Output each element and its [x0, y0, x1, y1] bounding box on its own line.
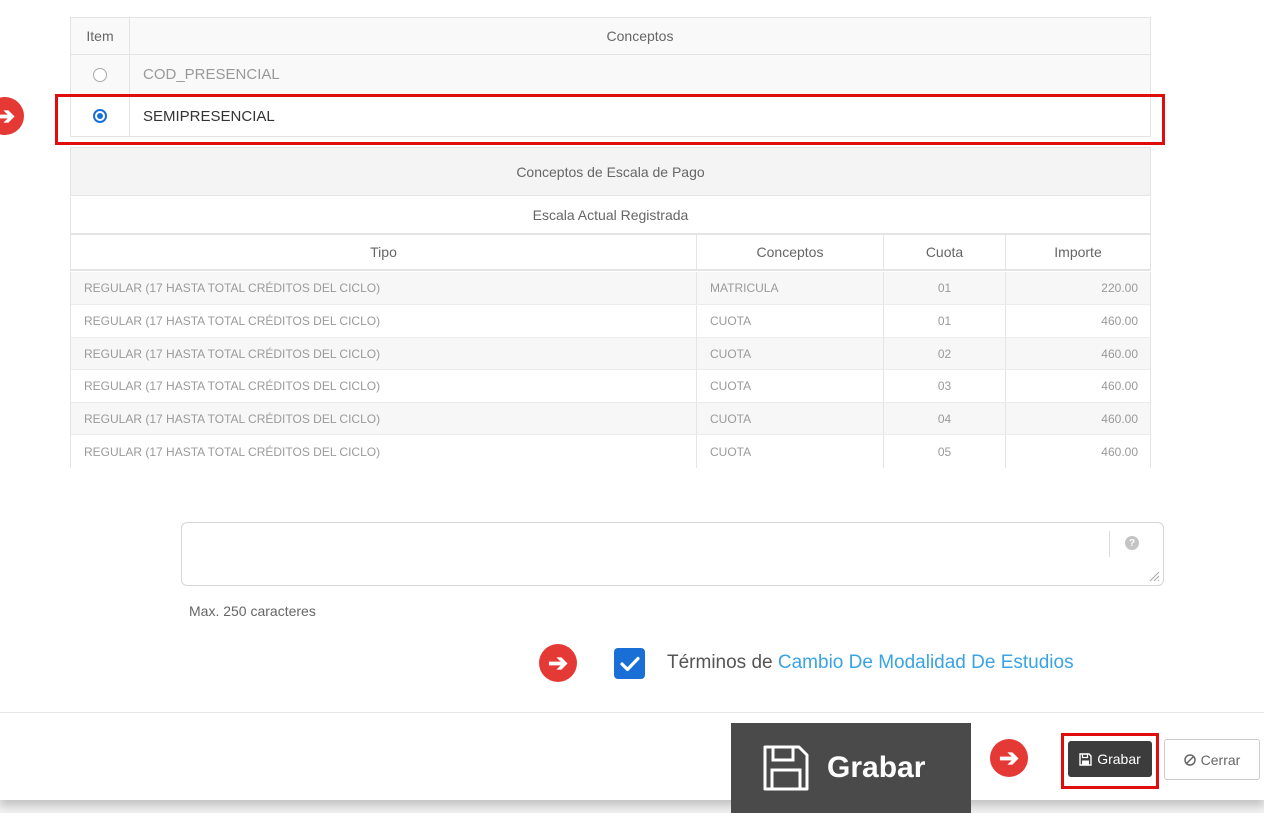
col-conceptos: Conceptos [697, 235, 884, 269]
table-row: REGULAR (17 HASTA TOTAL CRÉDITOS DEL CIC… [71, 403, 1150, 435]
highlight-box-semipresencial [55, 94, 1165, 145]
help-circle-icon[interactable]: ? [1125, 536, 1139, 550]
cell-concepto: MATRICULA [697, 272, 884, 304]
radio-cell [70, 55, 130, 94]
cell-concepto: CUOTA [697, 370, 884, 402]
resize-handle-icon[interactable] [1148, 570, 1160, 582]
concept-row-cod-presencial[interactable]: COD_PRESENCIAL [70, 55, 1151, 95]
col-cuota: Cuota [884, 235, 1006, 269]
arrow-callout-icon: ➔ [990, 739, 1028, 777]
header-item: Item [70, 18, 130, 54]
comment-textarea[interactable]: ? [181, 522, 1164, 586]
cell-concepto: CUOTA [697, 338, 884, 369]
table-row: REGULAR (17 HASTA TOTAL CRÉDITOS DEL CIC… [71, 338, 1150, 370]
scale-table-header: Tipo Conceptos Cuota Importe [70, 234, 1151, 271]
table-row: REGULAR (17 HASTA TOTAL CRÉDITOS DEL CIC… [71, 435, 1150, 468]
table-row: REGULAR (17 HASTA TOTAL CRÉDITOS DEL CIC… [71, 305, 1150, 338]
cell-cuota: 05 [884, 435, 1006, 468]
save-callout-label: Grabar [827, 751, 926, 784]
cell-importe: 220.00 [1101, 281, 1138, 295]
cell-tipo: REGULAR (17 HASTA TOTAL CRÉDITOS DEL CIC… [71, 370, 697, 402]
cell-cuota: 01 [884, 305, 1006, 337]
cell-concepto: CUOTA [697, 305, 884, 337]
terms-prefix: Términos de [667, 652, 773, 673]
cell-tipo: REGULAR (17 HASTA TOTAL CRÉDITOS DEL CIC… [71, 338, 697, 369]
table-row: REGULAR (17 HASTA TOTAL CRÉDITOS DEL CIC… [71, 272, 1150, 305]
cell-importe: 460.00 [1101, 346, 1138, 361]
footer-divider [0, 712, 1264, 713]
scale-section-subtitle: Escala Actual Registrada [70, 197, 1151, 234]
cell-importe: 460.00 [1101, 314, 1138, 328]
terms-checkbox[interactable] [614, 648, 645, 679]
arrow-callout-icon: ➔ [539, 644, 577, 682]
radio-cod-presencial[interactable] [93, 67, 107, 82]
cell-cuota: 01 [884, 272, 1006, 304]
cell-importe: 460.00 [1101, 444, 1138, 459]
table-row: REGULAR (17 HASTA TOTAL CRÉDITOS DEL CIC… [71, 370, 1150, 403]
close-button-label: Cerrar [1200, 751, 1241, 768]
max-characters-hint: Max. 250 caracteres [189, 603, 316, 619]
terms-link[interactable]: Cambio De Modalidad De Estudios [778, 652, 1074, 673]
cell-cuota: 04 [884, 403, 1006, 434]
concepts-table-header: Item Conceptos [70, 17, 1151, 55]
textarea-divider [1109, 531, 1110, 557]
scale-section-title: Conceptos de Escala de Pago [70, 147, 1151, 196]
concept-label: COD_PRESENCIAL [130, 55, 1151, 94]
cell-cuota: 02 [884, 338, 1006, 369]
cell-importe: 460.00 [1101, 411, 1138, 426]
scale-table-body: REGULAR (17 HASTA TOTAL CRÉDITOS DEL CIC… [70, 272, 1151, 468]
close-button[interactable]: Cerrar [1164, 739, 1260, 780]
cell-concepto: CUOTA [697, 435, 884, 468]
ban-icon [1183, 753, 1196, 766]
cell-cuota: 03 [884, 370, 1006, 402]
cell-tipo: REGULAR (17 HASTA TOTAL CRÉDITOS DEL CIC… [71, 305, 697, 337]
cell-tipo: REGULAR (17 HASTA TOTAL CRÉDITOS DEL CIC… [71, 403, 697, 434]
cell-concepto: CUOTA [697, 403, 884, 434]
col-tipo: Tipo [70, 235, 697, 269]
terms-label: Términos de Cambio De Modalidad De Estud… [667, 652, 1074, 674]
cell-tipo: REGULAR (17 HASTA TOTAL CRÉDITOS DEL CIC… [71, 435, 697, 468]
highlight-box-save-button [1061, 733, 1159, 789]
header-conceptos: Conceptos [130, 18, 1151, 54]
floppy-disk-icon [763, 745, 809, 791]
save-callout: Grabar [731, 723, 971, 813]
col-importe: Importe [1006, 235, 1151, 269]
cell-importe: 460.00 [1101, 379, 1138, 393]
checkmark-icon [619, 656, 640, 671]
cell-tipo: REGULAR (17 HASTA TOTAL CRÉDITOS DEL CIC… [71, 272, 697, 304]
